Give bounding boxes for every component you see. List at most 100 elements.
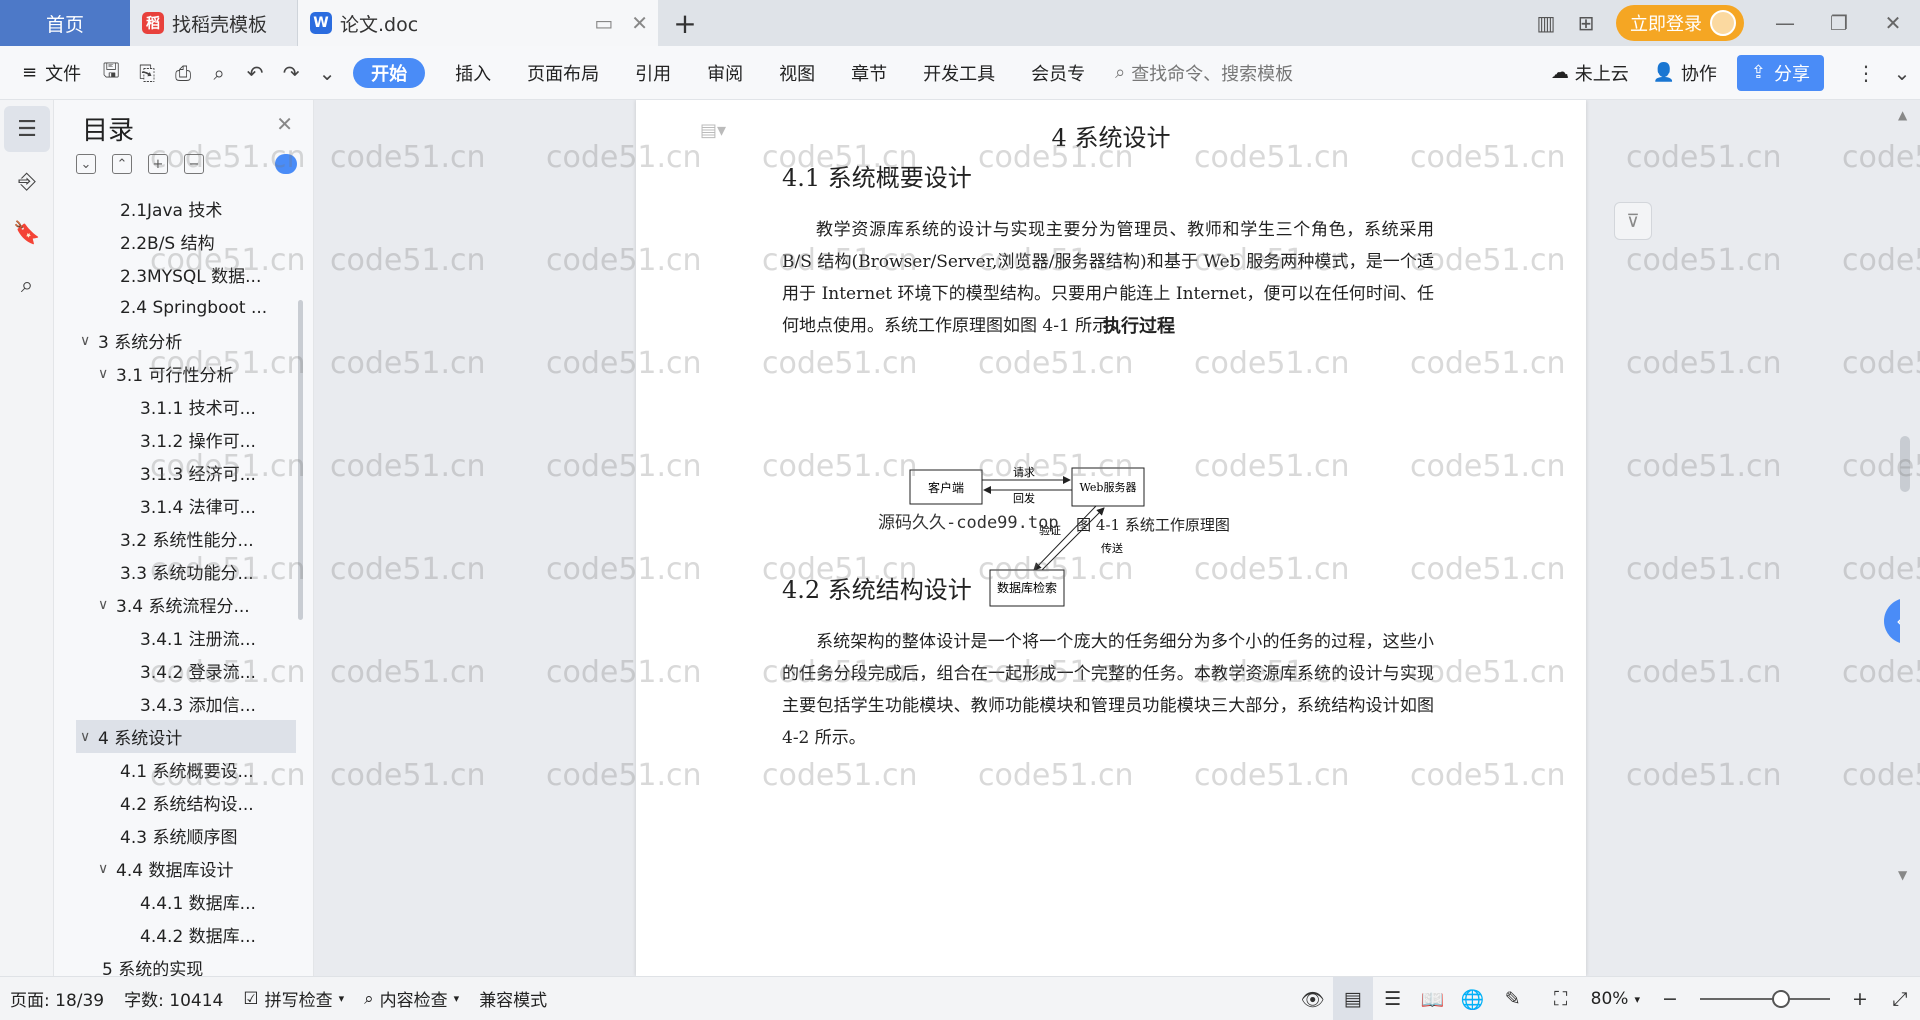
toc-title: 目录 [82,116,135,146]
close-icon[interactable]: ✕ [276,112,293,136]
collapse-panel-icon[interactable]: ⊽ [1614,202,1652,240]
scroll-down-icon[interactable]: ▼ [1898,868,1907,882]
tab-dev-tools[interactable]: 开发工具 [905,46,1013,100]
zoom-out-icon[interactable]: − [1650,977,1690,1020]
document-area: ▤▾ 4 系统设计 4.1 系统概要设计 教学资源库系统的设计与实现主要分为管理… [314,100,1900,976]
fullscreen-icon[interactable]: ⤢ [1880,977,1920,1020]
zoom-in-icon[interactable]: + [1840,977,1880,1020]
toc-item[interactable]: 4.3 系统顺序图 [76,819,296,852]
toc-item[interactable]: ∨ 4.4 数据库设计 [76,852,296,885]
tab-insert[interactable]: 插入 [437,46,509,100]
chevron-down-icon[interactable]: ∨ [80,333,98,349]
toc-item[interactable]: ∨ 4 系统设计 [76,720,296,753]
toc-item[interactable]: 4.1 系统概要设... [76,753,296,786]
toc-item[interactable]: 3.2 系统性能分... [76,522,296,555]
zoom-slider[interactable] [1700,990,1830,1008]
chevron-down-icon[interactable]: ∨ [98,366,116,382]
toc-item[interactable]: 3.3 系统功能分... [76,555,296,588]
print-icon[interactable]: ⎙ [165,46,201,100]
scroll-up-icon[interactable]: ▲ [1898,108,1907,122]
toc-item[interactable]: 4.2 系统结构设... [76,786,296,819]
toc-item[interactable]: 2.4 Springboot ... [76,291,296,324]
side-panel-toggle-icon[interactable]: ‹ [1884,598,1900,644]
fit-page-icon[interactable]: ⛶ [1541,977,1581,1020]
toc-item[interactable]: 2.1Java 技术 [76,192,296,225]
toc-item[interactable]: 3.4.1 注册流... [76,621,296,654]
toc-item[interactable]: 3.4.2 登录流... [76,654,296,687]
redo-icon[interactable]: ↷ [273,46,309,100]
more-icon[interactable]: ⋮ [1848,46,1884,100]
eye-protection-icon[interactable]: 👁 [1293,977,1333,1020]
navigation-icon[interactable]: ⎆ [4,158,50,204]
cloud-status[interactable]: ☁ 未上云 [1539,46,1641,100]
tab-page-layout[interactable]: 页面布局 [509,46,617,100]
restore-icon[interactable]: ❐ [1812,0,1866,46]
chevron-down-icon[interactable]: ∨ [98,861,116,877]
toc-item[interactable]: ∨ 3 系统分析 [76,324,296,357]
share-button[interactable]: ⇪ 分享 [1736,54,1824,91]
word-count[interactable]: 字数: 10414 [114,986,233,1011]
collapse-icon[interactable]: ⌃ [112,154,132,174]
print-preview-icon[interactable]: ⌕ [201,46,237,100]
tab-template[interactable]: 稻 找稻壳模板 [130,0,298,46]
add-heading-icon[interactable]: + [148,154,168,174]
export-icon[interactable]: ⎘ [129,46,165,100]
minimize-icon[interactable]: — [1758,0,1812,46]
assistant-icon[interactable] [275,154,297,174]
zoom-level[interactable]: 80% ▾ [1581,989,1650,1009]
web-view-icon[interactable]: 🌐 [1453,977,1493,1020]
chevron-down-icon[interactable]: ∨ [98,597,116,613]
apps-grid-icon[interactable]: ⊞ [1566,0,1606,46]
collapse-ribbon-icon[interactable]: ⌄ [1884,46,1920,100]
login-button[interactable]: 立即登录 [1616,5,1744,41]
save-icon[interactable]: 🖫 [93,46,129,100]
close-tab-icon[interactable]: ✕ [631,11,648,35]
doc-scrollbar-thumb[interactable] [1900,436,1910,492]
toc-item[interactable]: 4.4.2 数据库... [76,918,296,951]
toc-item[interactable]: 2.2B/S 结构 [76,225,296,258]
find-icon[interactable]: ⌕ [4,262,50,308]
toc-item[interactable]: 5 系统的实现 [76,951,296,976]
toc-item[interactable]: 3.1.1 技术可... [76,390,296,423]
close-window-icon[interactable]: ✕ [1866,0,1920,46]
reading-view-icon[interactable]: 📖 [1413,977,1453,1020]
toc-item[interactable]: 3.1.2 操作可... [76,423,296,456]
file-menu[interactable]: ≡ 文件 [0,46,93,100]
document-page[interactable]: ▤▾ 4 系统设计 4.1 系统概要设计 教学资源库系统的设计与实现主要分为管理… [636,100,1586,976]
zoom-slider-knob[interactable] [1771,990,1790,1008]
tab-view[interactable]: 视图 [761,46,833,100]
undo-icon[interactable]: ↶ [237,46,273,100]
toc-item[interactable]: 3.1.4 法律可... [76,489,296,522]
chevron-down-icon[interactable]: ∨ [80,729,98,745]
toc-item[interactable]: ∨ 3.4 系统流程分... [76,588,296,621]
page-count[interactable]: 页面: 18/39 [0,986,114,1011]
pen-icon[interactable]: ✎ [1493,977,1533,1020]
remove-heading-icon[interactable]: − [184,154,204,174]
tab-review[interactable]: 审阅 [689,46,761,100]
content-check[interactable]: ⌕ 内容检查 ▾ [354,986,469,1012]
toc-item[interactable]: 3.4.3 添加信... [76,687,296,720]
toc-item[interactable]: 3.1.3 经济可... [76,456,296,489]
toc-item[interactable]: 2.3MYSQL 数据... [76,258,296,291]
toc-item[interactable]: ∨ 3.1 可行性分析 [76,357,296,390]
tab-member[interactable]: 会员专 [1013,46,1103,100]
collab-button[interactable]: 👤 协作 [1641,46,1729,100]
page-view-icon[interactable]: ▤ [1332,977,1373,1020]
toc-icon[interactable]: ☰ [4,106,50,152]
tab-start[interactable]: 开始 [353,57,426,88]
expand-icon[interactable]: ⌄ [76,154,96,174]
tab-home[interactable]: 首页 [0,0,130,46]
toc-scrollbar[interactable] [298,300,303,620]
outline-view-icon[interactable]: ☰ [1373,977,1413,1020]
new-tab-button[interactable]: + [658,0,712,46]
toc-item[interactable]: 4.4.1 数据库... [76,885,296,918]
monitor-icon[interactable]: ▭ [594,11,613,35]
command-search[interactable]: ⌕ 查找命令、搜索模板 [1103,46,1305,100]
bookmark-icon[interactable]: 🔖 [4,210,50,256]
tab-chapter[interactable]: 章节 [833,46,905,100]
spell-check[interactable]: ☑ 拼写检查 ▾ [233,986,354,1012]
tab-references[interactable]: 引用 [617,46,689,100]
tab-document[interactable]: W 论文.doc ▭ ✕ [298,0,658,46]
layout-icon[interactable]: ▥ [1526,0,1566,46]
chevron-down-icon[interactable]: ⌄ [309,46,345,100]
